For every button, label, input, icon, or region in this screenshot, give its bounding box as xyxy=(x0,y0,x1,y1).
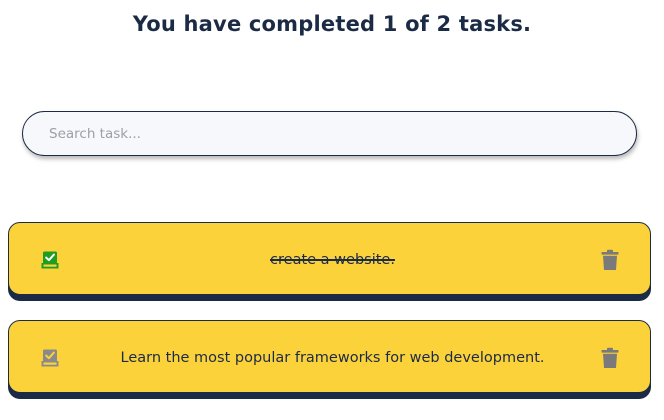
checkbox-unchecked-icon[interactable] xyxy=(40,348,60,368)
page-title: You have completed 1 of 2 tasks. xyxy=(132,12,532,36)
trash-icon[interactable] xyxy=(600,249,620,271)
checkbox-checked-icon[interactable] xyxy=(40,250,60,270)
trash-icon[interactable] xyxy=(600,347,620,369)
task-label[interactable]: create a website. xyxy=(77,223,588,296)
todo-app: You have completed 1 of 2 tasks. create … xyxy=(0,0,664,420)
task-item: Learn the most popular frameworks for we… xyxy=(8,320,651,393)
task-item: create a website. xyxy=(8,222,651,295)
search-input[interactable] xyxy=(22,111,637,156)
task-label[interactable]: Learn the most popular frameworks for we… xyxy=(77,321,588,394)
